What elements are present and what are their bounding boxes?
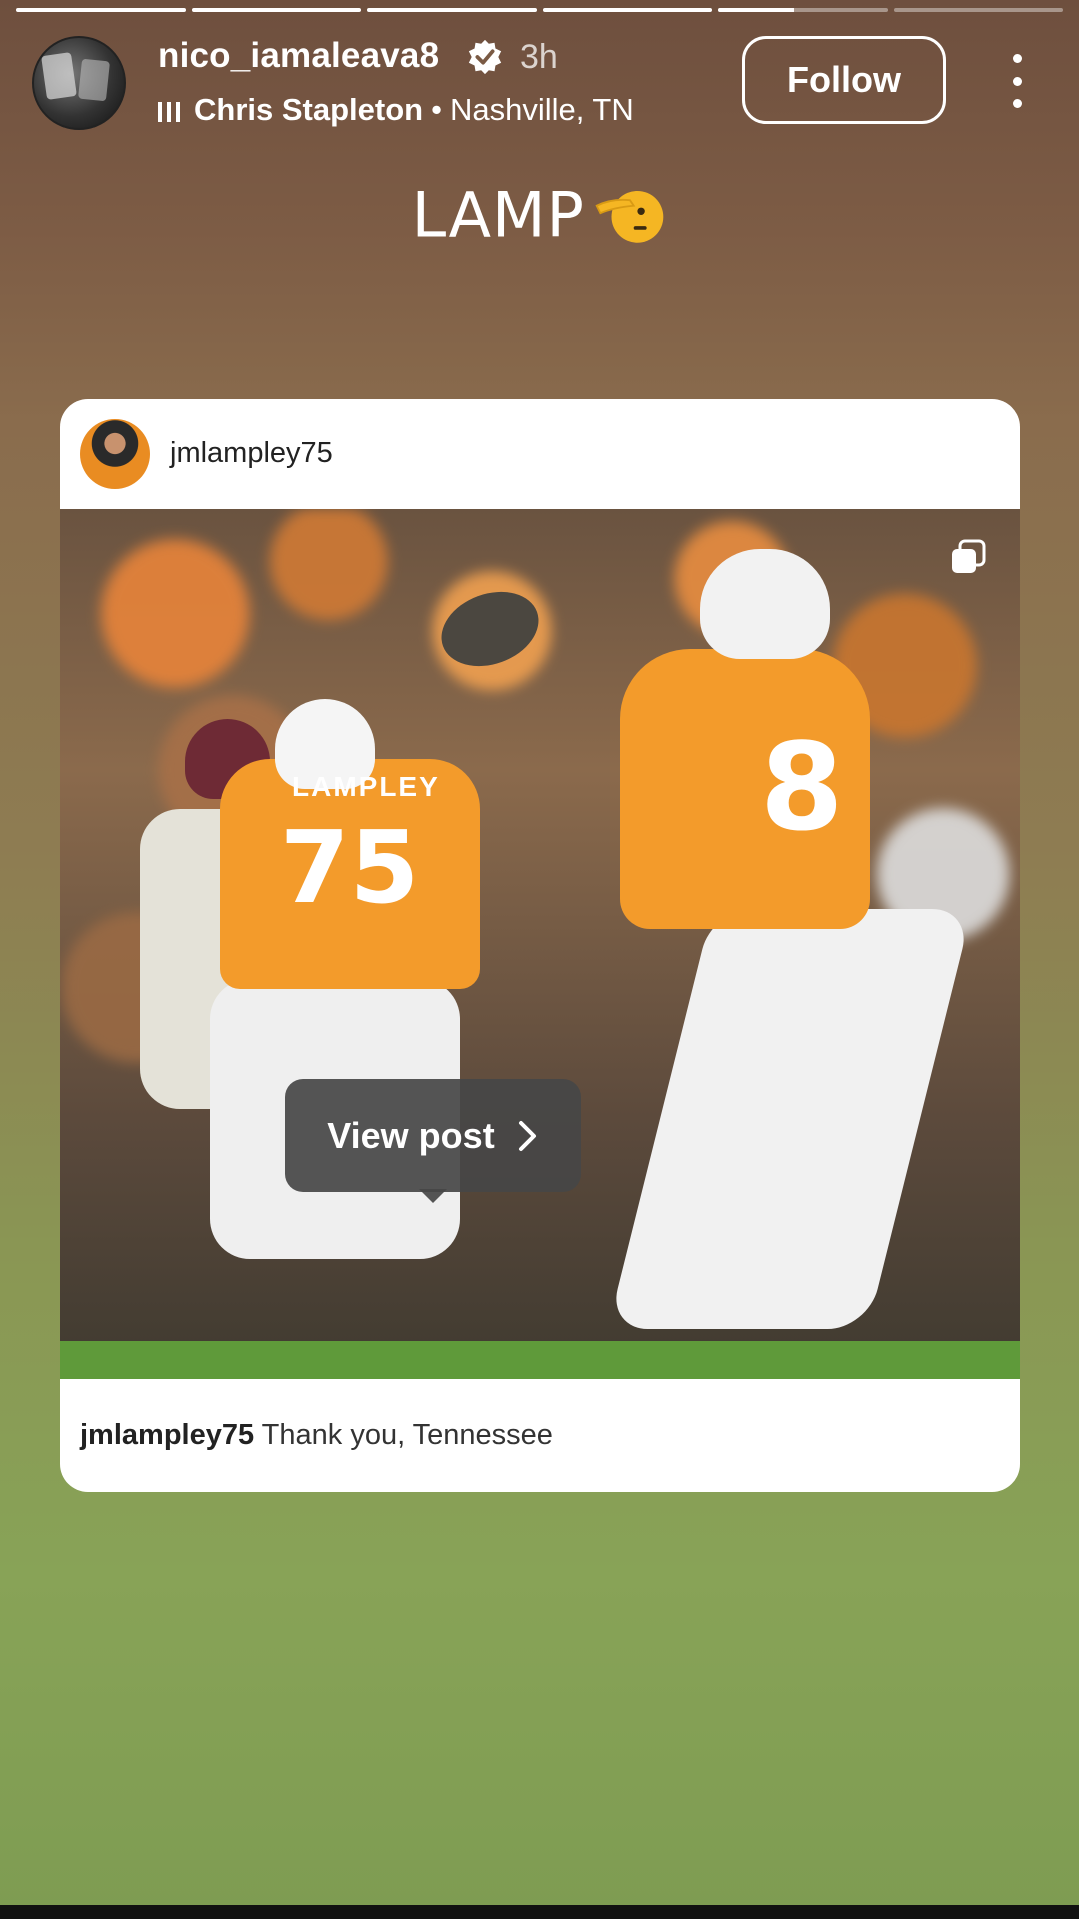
music-bars-icon	[158, 98, 180, 122]
bottom-edge	[0, 1905, 1079, 1919]
sticker-text: LAMP	[411, 178, 585, 252]
progress-segment	[542, 8, 712, 12]
separator: •	[431, 92, 442, 127]
post-header: jmlampley75	[60, 399, 1020, 509]
carousel-multiple-icon	[952, 539, 986, 573]
follow-button[interactable]: Follow	[742, 36, 946, 124]
jersey-name: LAMPLEY	[292, 771, 440, 802]
progress-segment	[191, 8, 361, 12]
story-username[interactable]: nico_iamaleava8	[158, 36, 439, 76]
saluting-face-emoji-icon	[595, 190, 664, 243]
progress-segment	[893, 8, 1063, 12]
shared-post-card[interactable]: jmlampley75 LAMPLEY 75 8 jmlampley75 Tha…	[60, 399, 1020, 1492]
post-author-username[interactable]: jmlampley75	[170, 437, 333, 470]
verified-badge-icon	[468, 39, 502, 75]
post-photo[interactable]: LAMPLEY 75 8	[60, 509, 1020, 1379]
caption-username[interactable]: jmlampley75	[80, 1419, 254, 1451]
view-post-button[interactable]: View post	[285, 1079, 581, 1203]
jersey-number-8: 8	[760, 719, 844, 858]
field-turf	[60, 1341, 1020, 1379]
caption-text: Thank you, Tennessee	[261, 1419, 553, 1451]
more-options-icon[interactable]	[1002, 54, 1032, 108]
progress-segment-current	[718, 8, 888, 12]
post-caption: jmlampley75 Thank you, Tennessee	[80, 1419, 553, 1452]
text-sticker: LAMP	[0, 178, 1079, 252]
jersey-number-75: 75	[280, 809, 420, 926]
progress-segment	[16, 8, 186, 12]
quarterback-helmet	[700, 549, 830, 659]
music-location-row[interactable]: Chris Stapleton • Nashville, TN	[158, 92, 634, 128]
tooltip-tail	[419, 1189, 447, 1203]
avatar[interactable]	[32, 36, 126, 130]
location[interactable]: Nashville, TN	[450, 92, 634, 128]
music-artist[interactable]: Chris Stapleton	[194, 92, 423, 128]
progress-segment	[367, 8, 537, 12]
chevron-right-icon	[518, 1120, 536, 1151]
view-post-label: View post	[327, 1114, 495, 1156]
post-author-avatar[interactable]	[80, 419, 150, 489]
story-header: nico_iamaleava8 3h Chris Stapleton • Nas…	[32, 36, 1055, 132]
story-progress-bar	[16, 8, 1063, 12]
post-time: 3h	[520, 38, 558, 76]
